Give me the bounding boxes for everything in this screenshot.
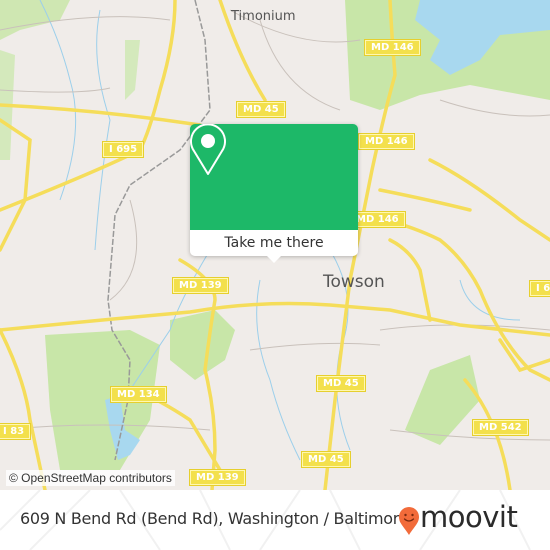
road-shield-md542: MD 542 xyxy=(472,419,529,436)
road-shield-i695-east: I 6 xyxy=(528,280,550,297)
map-view[interactable]: Timonium Towson MD 45 MD 146 MD 146 MD 1… xyxy=(0,0,550,490)
road-shield-md45: MD 45 xyxy=(316,375,366,392)
moovit-wordmark: moovit xyxy=(420,500,518,534)
place-label-towson: Towson xyxy=(323,272,385,292)
road-shield-md45: MD 45 xyxy=(301,451,351,468)
road-shield-md134: MD 134 xyxy=(110,386,167,403)
place-label-timonium: Timonium xyxy=(231,9,296,24)
road-shield-md146: MD 146 xyxy=(349,211,406,228)
map-attribution[interactable]: © OpenStreetMap contributors xyxy=(6,470,175,486)
road-shield-md146: MD 146 xyxy=(364,39,421,56)
road-shield-i695: I 695 xyxy=(101,141,145,158)
road-shield-i83: I 83 xyxy=(0,423,32,440)
park-area xyxy=(125,40,140,100)
park-area xyxy=(405,355,480,445)
popup-pointer xyxy=(266,255,282,263)
park-area xyxy=(170,310,235,380)
popup-header xyxy=(190,124,358,230)
footer-bar: 609 N Bend Rd (Bend Rd), Washington / Ba… xyxy=(0,490,550,550)
road-shield-md139: MD 139 xyxy=(172,277,229,294)
road-shield-md45: MD 45 xyxy=(236,101,286,118)
moovit-smiley-pin-icon xyxy=(399,507,419,535)
address-text: 609 N Bend Rd (Bend Rd), Washington / Ba… xyxy=(20,509,409,528)
road-shield-md146: MD 146 xyxy=(358,133,415,150)
road-shield-md139: MD 139 xyxy=(189,469,246,486)
location-popup: Take me there xyxy=(190,124,358,263)
map-pin-icon xyxy=(190,124,226,175)
moovit-logo[interactable]: moovit xyxy=(398,500,548,540)
take-me-there-button[interactable]: Take me there xyxy=(190,230,358,256)
